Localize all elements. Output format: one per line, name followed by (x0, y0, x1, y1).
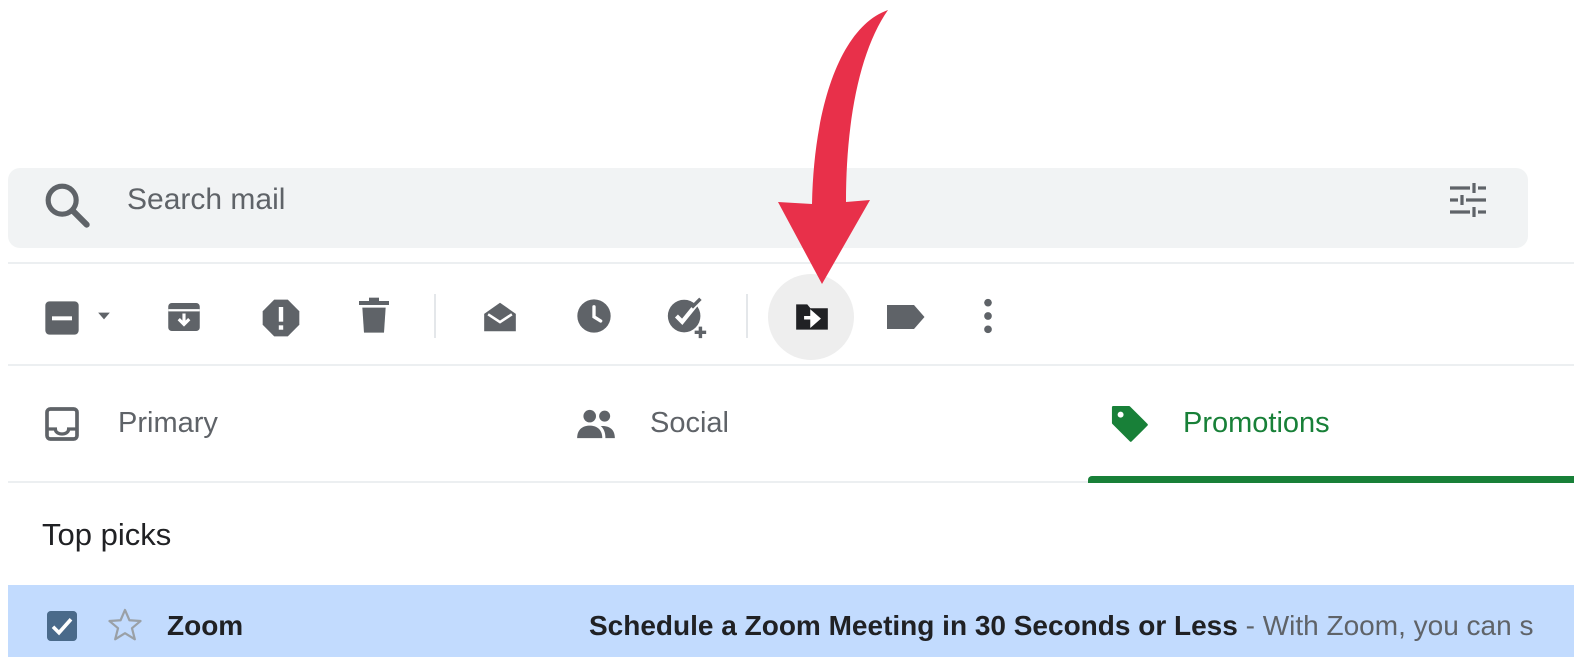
more-vert-icon[interactable] (978, 296, 998, 336)
caret-down-icon[interactable] (94, 306, 114, 326)
tab-primary-label: Primary (118, 407, 218, 439)
tab-social-label: Social (650, 407, 729, 439)
tune-icon[interactable] (1444, 176, 1492, 224)
clock-icon[interactable] (574, 296, 614, 336)
toolbar-separator (434, 294, 436, 338)
email-content: Schedule a Zoom Meeting in 30 Seconds or… (589, 606, 1574, 646)
trash-icon[interactable] (354, 294, 394, 338)
active-tab-indicator (1088, 476, 1574, 483)
checkbox-indeterminate-icon[interactable] (42, 298, 82, 338)
people-icon (577, 409, 615, 439)
email-subject: Schedule a Zoom Meeting in 30 Seconds or… (589, 610, 1238, 641)
add-task-icon[interactable] (664, 294, 710, 340)
report-icon[interactable] (259, 296, 303, 340)
email-sender: Zoom (167, 610, 244, 641)
inbox-icon (45, 407, 79, 441)
divider (8, 481, 1088, 483)
toolbar-separator (746, 294, 748, 338)
email-snippet: - With Zoom, you can s (1237, 610, 1534, 641)
label-icon[interactable] (884, 302, 926, 332)
search-icon[interactable] (40, 178, 96, 234)
annotation-arrow (778, 10, 888, 284)
tab-promotions[interactable] (1088, 366, 1574, 480)
checkbox-checked-icon[interactable] (44, 608, 80, 644)
tab-promotions-label: Promotions (1183, 407, 1330, 439)
archive-icon[interactable] (163, 296, 205, 338)
star-icon[interactable] (106, 606, 144, 644)
folder-move-icon[interactable] (792, 298, 832, 336)
tag-icon (1111, 405, 1148, 442)
section-title: Top picks (42, 517, 172, 552)
search-input[interactable]: Search mail (127, 180, 285, 220)
tab-social[interactable] (568, 366, 1088, 480)
open-envelope-icon[interactable] (480, 298, 520, 336)
tab-primary[interactable] (8, 366, 568, 480)
